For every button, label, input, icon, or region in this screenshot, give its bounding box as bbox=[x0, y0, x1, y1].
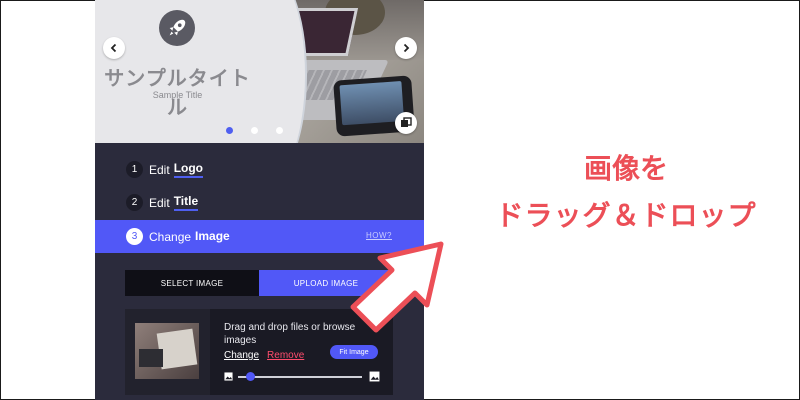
change-link[interactable]: Change bbox=[224, 350, 259, 361]
editor-panel: サンプルタイトル Sample Title 1 Edit Logo 2 Edit… bbox=[95, 0, 424, 400]
upload-prompt: Drag and drop files or browse images bbox=[224, 322, 356, 346]
copy-icon[interactable] bbox=[395, 112, 417, 134]
image-thumbnail bbox=[135, 323, 199, 379]
zoom-slider-track[interactable] bbox=[238, 372, 362, 381]
step-verb: Edit bbox=[149, 195, 170, 210]
carousel-dot[interactable] bbox=[276, 127, 283, 134]
carousel-dots bbox=[226, 127, 283, 134]
hero-subtitle[interactable]: Sample Title bbox=[95, 90, 260, 100]
annotation-line-1: 画像を bbox=[583, 152, 668, 185]
chevron-left-icon[interactable] bbox=[103, 37, 125, 59]
step-key: Logo bbox=[173, 161, 204, 178]
step-number: 2 bbox=[126, 194, 143, 211]
remove-link[interactable]: Remove bbox=[267, 350, 304, 361]
step-number: 3 bbox=[126, 228, 143, 245]
how-to-link[interactable]: HOW? bbox=[366, 231, 392, 240]
step-key: Title bbox=[173, 194, 199, 211]
step-change-image[interactable]: 3 Change Image HOW? bbox=[95, 220, 424, 253]
step-verb: Change bbox=[149, 229, 192, 244]
zoom-slider-knob[interactable] bbox=[246, 372, 256, 381]
rocket-icon bbox=[159, 10, 195, 46]
hero-preview: サンプルタイトル Sample Title bbox=[95, 0, 424, 143]
annotation-line-2: ドラッグ＆ドロップ bbox=[495, 199, 757, 232]
image-source-toggle: SELECT IMAGE UPLOAD IMAGE bbox=[125, 270, 393, 296]
tab-upload-image[interactable]: UPLOAD IMAGE bbox=[259, 270, 393, 296]
image-large-icon bbox=[369, 371, 380, 382]
step-key: Image bbox=[195, 229, 230, 243]
step-edit-logo[interactable]: 1 Edit Logo bbox=[95, 153, 424, 186]
chevron-right-icon[interactable] bbox=[395, 37, 417, 59]
upload-actions: Change Remove bbox=[224, 350, 304, 361]
carousel-dot[interactable] bbox=[226, 127, 233, 134]
fit-image-button[interactable]: Fit Image bbox=[330, 345, 378, 359]
step-edit-title[interactable]: 2 Edit Title bbox=[95, 186, 424, 219]
image-small-icon bbox=[224, 372, 233, 381]
step-verb: Edit bbox=[149, 162, 170, 177]
zoom-slider[interactable] bbox=[224, 371, 380, 382]
image-thumbnail-frame bbox=[125, 309, 210, 395]
tab-select-image[interactable]: SELECT IMAGE bbox=[125, 270, 259, 296]
step-list: 1 Edit Logo 2 Edit Title 3 Change Image … bbox=[95, 153, 424, 253]
carousel-dot[interactable] bbox=[251, 127, 258, 134]
upload-dropzone[interactable]: Drag and drop files or browse images Cha… bbox=[125, 309, 393, 395]
step-number: 1 bbox=[126, 161, 143, 178]
